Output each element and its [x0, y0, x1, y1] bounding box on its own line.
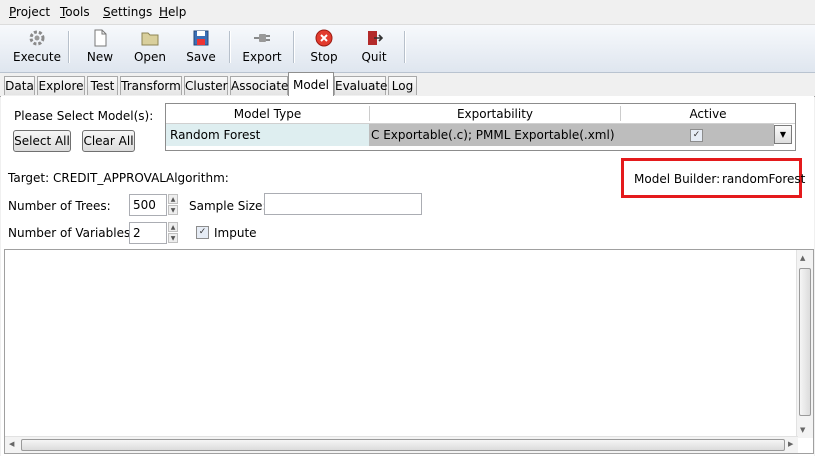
model-builder-value: randomForest — [722, 172, 806, 186]
model-panel: Please Select Model(s): Select All Clear… — [1, 96, 814, 456]
num-trees-label: Number of Trees: — [8, 199, 111, 213]
header-model-type: Model Type — [233, 107, 302, 121]
menu-tools-rest: ools — [65, 5, 90, 19]
spin-up-icon[interactable]: ▲ — [168, 222, 178, 232]
spin-down-icon[interactable]: ▼ — [168, 233, 178, 243]
scroll-up-icon[interactable]: ▲ — [800, 254, 805, 262]
clear-all-button[interactable]: Clear All — [82, 130, 135, 152]
sample-size-input[interactable] — [264, 193, 422, 215]
scroll-left-icon[interactable]: ◀ — [9, 440, 14, 448]
tab-model[interactable]: Model — [288, 72, 334, 96]
spin-up-icon[interactable]: ▲ — [168, 194, 178, 204]
tab-explore[interactable]: Explore — [37, 76, 85, 95]
save-label: Save — [186, 50, 216, 64]
tab-test[interactable]: Test — [87, 76, 118, 95]
floppy-icon — [192, 29, 210, 47]
active-checkbox[interactable]: ✓ — [690, 129, 703, 142]
algorithm-label: Algorithm: — [166, 171, 229, 185]
model-type-value: Random Forest — [170, 128, 261, 142]
tab-evaluate[interactable]: Evaluate — [334, 76, 387, 95]
horizontal-scrollbar[interactable]: ◀ ▶ — [5, 436, 798, 453]
exportability-cell: C Exportable(.c); PMML Exportable(.xml) — [369, 124, 620, 146]
menu-tools[interactable]: Tools — [60, 5, 90, 19]
menu-help[interactable]: Help — [159, 5, 186, 19]
execute-label: Execute — [13, 50, 61, 64]
sample-size-label: Sample Size: — [189, 199, 267, 213]
open-button[interactable]: Open — [130, 27, 170, 69]
export-label: Export — [242, 50, 282, 64]
num-vars-input[interactable]: 2 — [129, 222, 167, 244]
menu-help-rest: elp — [168, 5, 187, 19]
plug-icon — [253, 29, 271, 47]
tab-associate[interactable]: Associate — [230, 76, 288, 95]
gear-icon — [28, 29, 46, 47]
num-trees-stepper[interactable]: ▲ ▼ — [168, 194, 178, 216]
toolbar-separator — [404, 31, 406, 63]
vertical-scroll-thumb[interactable] — [799, 268, 811, 416]
select-all-button[interactable]: Select All — [13, 130, 71, 152]
scroll-down-icon[interactable]: ▼ — [800, 426, 805, 434]
impute-label: Impute — [214, 226, 257, 240]
execute-button[interactable]: Execute — [12, 27, 62, 69]
output-textarea[interactable]: ▲ ▼ ◀ ▶ — [4, 249, 814, 454]
header-exportability: Exportability — [456, 107, 534, 121]
toolbar-separator — [68, 31, 70, 63]
model-type-cell: Random Forest — [166, 124, 369, 146]
horizontal-scroll-thumb[interactable] — [21, 439, 785, 451]
new-file-icon — [91, 29, 109, 47]
tab-bar: Data Explore Test Transform Cluster Asso… — [0, 72, 815, 97]
toolbar-separator — [293, 31, 295, 63]
new-button[interactable]: New — [82, 27, 118, 69]
model-builder-label: Model Builder: — [634, 172, 721, 186]
menu-project[interactable]: Project — [9, 5, 50, 19]
num-trees-input[interactable]: 500 — [129, 194, 167, 216]
menu-bar: Project Tools Settings Help — [0, 0, 815, 25]
spin-down-icon[interactable]: ▼ — [168, 205, 178, 215]
toolbar-separator — [229, 31, 231, 63]
num-vars-stepper[interactable]: ▲ ▼ — [168, 222, 178, 244]
quit-button[interactable]: Quit — [358, 27, 390, 69]
menu-settings-rest: ettings — [110, 5, 153, 19]
folder-icon — [141, 29, 159, 47]
menu-project-rest: roject — [16, 5, 51, 19]
export-button[interactable]: Export — [242, 27, 282, 69]
toolbar: Execute New Open Save Export Stop Quit — [0, 25, 815, 73]
tab-data[interactable]: Data — [4, 76, 35, 95]
vertical-scrollbar[interactable]: ▲ ▼ — [796, 250, 813, 438]
open-label: Open — [133, 50, 167, 64]
scroll-right-icon[interactable]: ▶ — [788, 440, 793, 448]
num-vars-label: Number of Variables: — [8, 226, 135, 240]
stop-icon — [315, 29, 333, 47]
exit-icon — [365, 29, 384, 47]
exportability-value: C Exportable(.c); PMML Exportable(.xml) — [371, 128, 615, 142]
header-active: Active — [689, 107, 727, 121]
stop-label: Stop — [310, 50, 338, 64]
dropdown-arrow-icon[interactable]: ▼ — [774, 125, 792, 144]
model-table: Model Type Exportability Active Random F… — [165, 103, 796, 151]
new-label: New — [86, 50, 114, 64]
tab-log[interactable]: Log — [388, 76, 417, 95]
impute-checkbox[interactable]: ✓ — [196, 226, 209, 239]
table-header: Model Type Exportability Active — [166, 104, 795, 124]
quit-label: Quit — [361, 50, 387, 64]
tab-transform[interactable]: Transform — [120, 76, 182, 95]
active-cell: ✓ — [620, 124, 774, 146]
menu-settings[interactable]: Settings — [103, 5, 152, 19]
stop-button[interactable]: Stop — [308, 27, 340, 69]
table-row[interactable]: Random Forest C Exportable(.c); PMML Exp… — [166, 124, 795, 146]
model-builder-highlight: Model Builder: randomForest — [621, 158, 806, 198]
select-models-prompt: Please Select Model(s): — [14, 109, 154, 123]
target-label: Target: CREDIT_APPROVAL — [8, 171, 166, 185]
tab-cluster[interactable]: Cluster — [184, 76, 228, 95]
save-button[interactable]: Save — [184, 27, 218, 69]
